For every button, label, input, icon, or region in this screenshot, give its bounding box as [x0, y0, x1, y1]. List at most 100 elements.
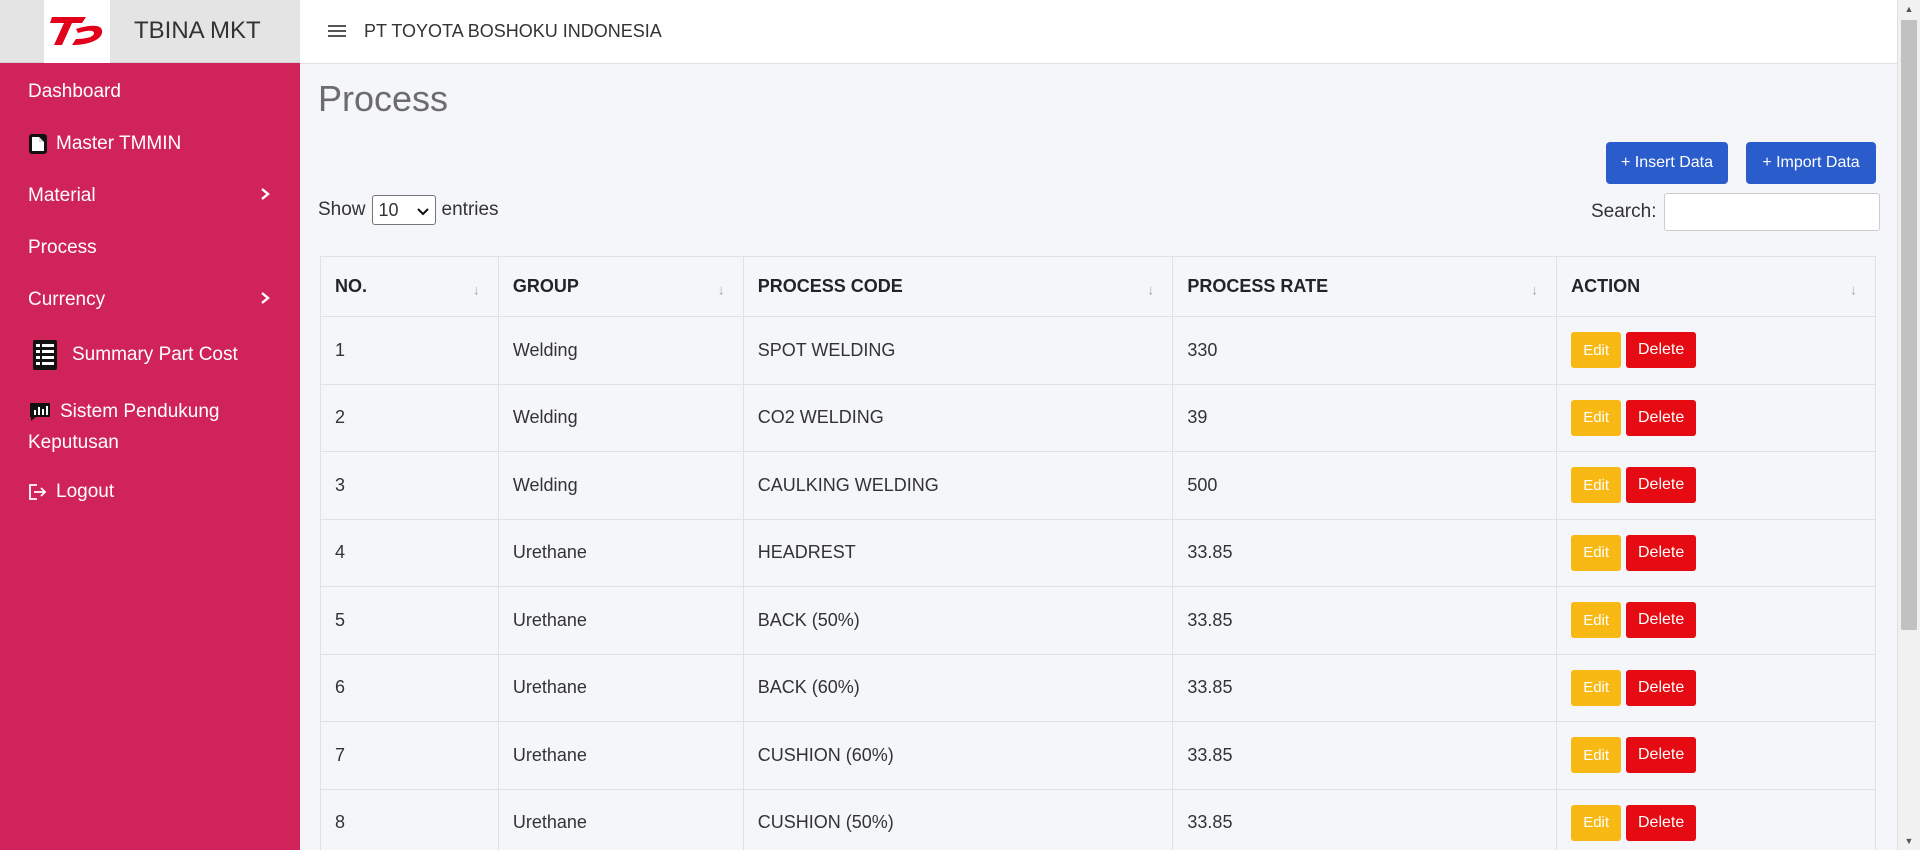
- table-row: 2 Welding CO2 WELDING 39 Edit Delete: [320, 383, 1876, 452]
- cell-action: Edit Delete: [1556, 586, 1876, 655]
- cell-no: 8: [320, 788, 499, 850]
- column-header-no[interactable]: NO. ↓: [320, 256, 499, 317]
- sidebar-item-dashboard[interactable]: Dashboard: [0, 66, 300, 118]
- cell-process-code: SPOT WELDING: [742, 316, 1174, 385]
- search-label: Search:: [1591, 201, 1657, 222]
- sidebar-item-sistem-pendukung-keputusan[interactable]: Sistem Pendukung Keputusan: [0, 384, 300, 466]
- cell-no: 4: [320, 518, 499, 587]
- sort-icon: ↓: [1147, 280, 1155, 297]
- cell-process-rate: 33.85: [1172, 653, 1558, 722]
- delete-button[interactable]: Delete: [1626, 399, 1697, 436]
- cell-no: 2: [320, 383, 499, 452]
- sidebar-item-summary-part-cost[interactable]: Summary Part Cost: [0, 326, 300, 384]
- edit-button[interactable]: Edit: [1571, 467, 1622, 504]
- cell-process-rate: 33.85: [1172, 721, 1558, 790]
- cell-no: 3: [320, 451, 499, 520]
- cell-process-code: CUSHION (60%): [742, 721, 1174, 790]
- table-body: 1 Welding SPOT WELDING 330 Edit Delete 2 …: [320, 316, 1876, 850]
- column-header-group[interactable]: GROUP ↓: [497, 256, 744, 317]
- file-icon: [28, 133, 48, 155]
- cell-process-code: CUSHION (50%): [742, 788, 1174, 850]
- scrollbar-thumb[interactable]: [1901, 20, 1917, 630]
- cell-action: Edit Delete: [1556, 653, 1876, 722]
- column-header-process-code[interactable]: PROCESS CODE ↓: [742, 256, 1174, 317]
- cell-process-code: BACK (50%): [742, 586, 1174, 655]
- cell-action: Edit Delete: [1556, 316, 1876, 385]
- column-header-label: ACTION: [1571, 276, 1641, 296]
- scroll-down-arrow-icon[interactable]: ▼: [1898, 832, 1920, 850]
- cell-process-rate: 33.85: [1172, 518, 1558, 587]
- sidebar-item-label: Currency: [28, 289, 106, 310]
- delete-button[interactable]: Delete: [1626, 602, 1697, 639]
- delete-button[interactable]: Delete: [1626, 467, 1697, 504]
- cell-process-code: CAULKING WELDING: [742, 451, 1174, 520]
- chevron-right-icon: [260, 185, 270, 207]
- sidebar-item-process[interactable]: Process: [0, 222, 300, 274]
- column-header-action[interactable]: ACTION ↓: [1556, 256, 1876, 317]
- cell-action: Edit Delete: [1556, 721, 1876, 790]
- column-header-process-rate[interactable]: PROCESS RATE ↓: [1172, 256, 1558, 317]
- cell-group: Urethane: [497, 653, 744, 722]
- brand-name[interactable]: TBINA MKT: [134, 17, 261, 45]
- chevron-right-icon: [260, 289, 270, 311]
- edit-button[interactable]: Edit: [1571, 804, 1622, 841]
- sidebar-item-currency[interactable]: Currency: [0, 274, 300, 326]
- entries-suffix: entries: [441, 199, 499, 220]
- delete-button[interactable]: Delete: [1626, 804, 1697, 841]
- insert-data-button[interactable]: + Insert Data: [1606, 142, 1728, 184]
- edit-button[interactable]: Edit: [1571, 534, 1622, 571]
- chevron-down-icon: [416, 200, 429, 221]
- delete-button[interactable]: Delete: [1626, 534, 1697, 571]
- sidebar-item-material[interactable]: Material: [0, 170, 300, 222]
- sidebar-item-label: Process: [28, 237, 97, 258]
- page-title: Process: [318, 78, 449, 119]
- sort-icon: ↓: [1850, 280, 1857, 297]
- page-scrollbar[interactable]: ▲ ▼: [1897, 0, 1920, 850]
- company-name: PT TOYOTA BOSHOKU INDONESIA: [364, 21, 662, 41]
- delete-button[interactable]: Delete: [1626, 737, 1697, 774]
- search-input[interactable]: [1664, 193, 1881, 231]
- sidebar-item-label: Material: [28, 185, 96, 206]
- cell-no: 7: [320, 721, 499, 790]
- cell-process-rate: 330: [1172, 316, 1558, 385]
- brand: TBINA MKT: [0, 0, 300, 63]
- sidebar-item-logout[interactable]: Logout: [0, 466, 300, 518]
- cell-action: Edit Delete: [1556, 451, 1876, 520]
- entries-value: 10: [378, 199, 399, 220]
- delete-button[interactable]: Delete: [1626, 332, 1697, 369]
- sort-icon: ↓: [472, 280, 480, 297]
- cell-action: Edit Delete: [1556, 788, 1876, 850]
- edit-button[interactable]: Edit: [1571, 399, 1622, 436]
- delete-button[interactable]: Delete: [1626, 669, 1697, 706]
- hamburger-menu-icon[interactable]: [328, 21, 346, 43]
- main-content: Process + Insert Data + Import Data Show…: [300, 64, 1897, 850]
- cell-group: Urethane: [497, 518, 744, 587]
- scroll-up-arrow-icon[interactable]: ▲: [1898, 0, 1920, 18]
- edit-button[interactable]: Edit: [1571, 669, 1622, 706]
- top-navbar: PT TOYOTA BOSHOKU INDONESIA: [300, 0, 1897, 64]
- cell-process-rate: 33.85: [1172, 788, 1558, 850]
- entries-select[interactable]: 10: [371, 195, 436, 225]
- search-control: Search:: [1591, 193, 1881, 231]
- edit-button[interactable]: Edit: [1571, 737, 1622, 774]
- cell-no: 5: [320, 586, 499, 655]
- logout-icon: [28, 483, 48, 501]
- column-header-label: PROCESS CODE: [757, 276, 903, 296]
- show-entries-control: Show 10 entries: [318, 195, 499, 225]
- sidebar-item-label: Dashboard: [28, 81, 121, 102]
- cell-group: Urethane: [497, 788, 744, 850]
- cell-process-rate: 39: [1172, 383, 1558, 452]
- toyota-boshoku-logo[interactable]: [44, 0, 110, 63]
- table-row: 4 Urethane HEADREST 33.85 Edit Delete: [320, 518, 1876, 587]
- edit-button[interactable]: Edit: [1571, 332, 1622, 369]
- import-data-button[interactable]: + Import Data: [1746, 142, 1876, 184]
- table-row: 7 Urethane CUSHION (60%) 33.85 Edit Delet…: [320, 721, 1876, 790]
- cell-process-rate: 500: [1172, 451, 1558, 520]
- cell-process-code: HEADREST: [742, 518, 1174, 587]
- chart-message-icon: [28, 401, 52, 423]
- column-header-label: GROUP: [512, 276, 579, 296]
- table-row: 3 Welding CAULKING WELDING 500 Edit Delet…: [320, 451, 1876, 520]
- cell-no: 6: [320, 653, 499, 722]
- sidebar-item-master-tmmin[interactable]: Master TMMIN: [0, 118, 300, 170]
- edit-button[interactable]: Edit: [1571, 602, 1622, 639]
